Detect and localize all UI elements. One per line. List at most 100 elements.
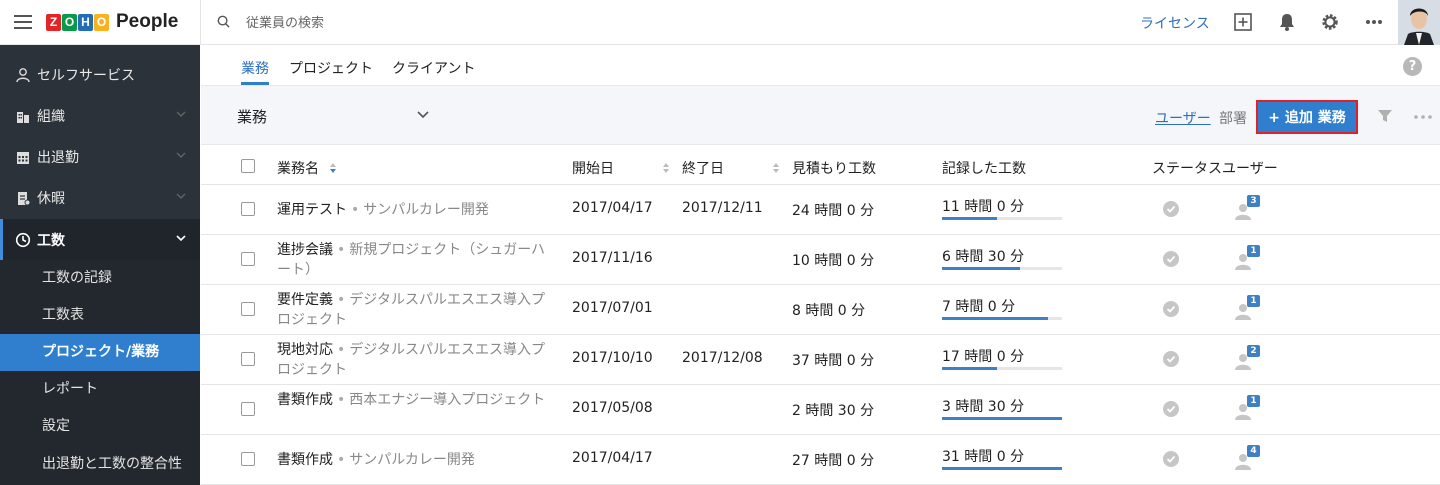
row-checkbox[interactable]: [241, 452, 255, 466]
calendar-icon: [15, 149, 31, 165]
progress-fill: [942, 367, 998, 370]
start-date: 2017/05/08: [572, 400, 653, 416]
clock-icon: [15, 232, 31, 248]
job-name-cell[interactable]: 運用テスト • サンパルカレー開発: [277, 200, 557, 220]
table-row[interactable]: 運用テスト • サンパルカレー開発 2017/04/17 2017/12/11 24…: [201, 185, 1440, 235]
add-square-icon[interactable]: [1233, 12, 1253, 32]
logged-hours: 3 時間 30 分: [942, 399, 1025, 415]
logged-hours: 31 時間 0 分: [942, 449, 1025, 465]
logged-hours-progress-bar: [942, 267, 1062, 270]
sidebar-subitem-timesheets[interactable]: 工数表: [0, 297, 200, 334]
divider: [200, 0, 201, 45]
chevron-down-icon[interactable]: [417, 110, 429, 120]
job-name-cell[interactable]: 書類作成 • サンパルカレー開発: [277, 450, 557, 470]
row-checkbox[interactable]: [241, 302, 255, 316]
user-count-badge: 1: [1247, 245, 1260, 257]
status-check-icon[interactable]: [1163, 251, 1179, 267]
job-name[interactable]: 要件定義: [277, 292, 333, 308]
column-header-start-date[interactable]: 開始日: [572, 158, 614, 178]
license-link[interactable]: ライセンス: [1140, 13, 1210, 33]
separator-dot: •: [351, 202, 360, 218]
user-count-badge: 3: [1247, 195, 1260, 207]
row-checkbox[interactable]: [241, 252, 255, 266]
sidebar-item-attendance[interactable]: 出退勤: [0, 136, 200, 177]
table-row[interactable]: 現地対応 • デジタルスパルエスエス導入プロジェクト 2017/10/10 2017…: [201, 335, 1440, 385]
separator-dot: •: [337, 392, 346, 408]
end-date: 2017/12/11: [682, 200, 763, 216]
more-icon[interactable]: [1413, 114, 1433, 120]
status-check-icon[interactable]: [1163, 451, 1179, 467]
sort-icon[interactable]: [329, 162, 337, 174]
user-count-badge: 2: [1247, 345, 1260, 357]
tab-jobs[interactable]: 業務: [241, 58, 269, 78]
add-job-button[interactable]: + 追加 業務: [1256, 100, 1358, 134]
estimated-hours: 24 時間 0 分: [792, 203, 875, 219]
sidebar-subitem-reports[interactable]: レポート: [0, 371, 200, 408]
progress-fill: [942, 467, 1062, 470]
column-header-job-name[interactable]: 業務名: [277, 158, 319, 178]
view-selector[interactable]: 業務: [237, 106, 267, 127]
table-row[interactable]: 要件定義 • デジタルスパルエスエス導入プロジェクト 2017/07/01 8 時間…: [201, 285, 1440, 335]
employee-search-input[interactable]: [246, 13, 546, 33]
user-count-badge: 1: [1247, 395, 1260, 407]
job-name[interactable]: 書類作成: [277, 452, 333, 468]
sort-icon[interactable]: [772, 162, 780, 174]
sidebar-subitem-log-time[interactable]: 工数の記録: [0, 260, 200, 297]
sidebar: セルフサービス 組織 出退勤 休暇 工数 工数の記録 工数表 プロジェクト/業務…: [0, 45, 200, 485]
job-name[interactable]: 書類作成: [277, 392, 333, 408]
table-row[interactable]: 書類作成 • 西本エナジー導入プロジェクト 2017/05/08 2 時間 30 分…: [201, 385, 1440, 435]
more-icon[interactable]: [1364, 12, 1384, 32]
filter-icon[interactable]: [1377, 108, 1393, 124]
tab-bar: 業務 プロジェクト クライアント ?: [201, 45, 1440, 85]
logged-hours: 6 時間 30 分: [942, 249, 1025, 265]
sort-icon[interactable]: [662, 162, 670, 174]
status-check-icon[interactable]: [1163, 401, 1179, 417]
job-name-cell[interactable]: 要件定義 • デジタルスパルエスエス導入プロジェクト: [277, 290, 557, 330]
bell-icon[interactable]: [1277, 12, 1297, 32]
table-row[interactable]: 書類作成 • サンパルカレー開発 2017/04/17 27 時間 0 分 31 時…: [201, 435, 1440, 485]
table-row[interactable]: 進捗会議 • 新規プロジェクト（シュガーハート） 2017/11/16 10 時間 …: [201, 235, 1440, 285]
job-name-cell[interactable]: 現地対応 • デジタルスパルエスエス導入プロジェクト: [277, 340, 557, 380]
select-all-checkbox[interactable]: [241, 159, 255, 173]
sidebar-subitem-projects-jobs[interactable]: プロジェクト/業務: [0, 334, 200, 371]
gear-icon[interactable]: [1320, 12, 1340, 32]
job-name[interactable]: 運用テスト: [277, 202, 347, 218]
column-header-status: ステータス: [1152, 161, 1222, 177]
status-check-icon[interactable]: [1163, 351, 1179, 367]
estimated-hours: 37 時間 0 分: [792, 353, 875, 369]
help-icon[interactable]: ?: [1403, 57, 1422, 76]
avatar[interactable]: [1398, 0, 1440, 45]
logo-letter: H: [78, 13, 93, 31]
zoho-people-logo[interactable]: Z O H O People: [46, 11, 178, 33]
row-checkbox[interactable]: [241, 202, 255, 216]
progress-fill: [942, 317, 1048, 320]
sidebar-item-organization[interactable]: 組織: [0, 95, 200, 136]
sidebar-item-timesheet[interactable]: 工数: [0, 219, 200, 260]
department-filter-link[interactable]: 部署: [1219, 108, 1247, 128]
sidebar-subitem-reconciliation[interactable]: 出退勤と工数の整合性: [0, 445, 200, 485]
job-name[interactable]: 現地対応: [277, 342, 333, 358]
job-name-cell[interactable]: 書類作成 • 西本エナジー導入プロジェクト: [277, 390, 557, 410]
tab-projects[interactable]: プロジェクト: [289, 58, 373, 78]
status-check-icon[interactable]: [1163, 301, 1179, 317]
status-check-icon[interactable]: [1163, 201, 1179, 217]
row-checkbox[interactable]: [241, 402, 255, 416]
chevron-up-icon: [176, 235, 186, 242]
jobs-table: 業務名 開始日 終了日 見積もり工数 記録した工数 ステータス ユーザー 運用テ…: [201, 145, 1440, 485]
row-checkbox[interactable]: [241, 352, 255, 366]
chevron-down-icon: [176, 152, 186, 158]
column-header-end-date[interactable]: 終了日: [682, 158, 724, 178]
hamburger-menu-icon[interactable]: [14, 15, 32, 29]
tab-clients[interactable]: クライアント: [392, 58, 475, 78]
job-name[interactable]: 進捗会議: [277, 242, 333, 258]
sidebar-item-self-service[interactable]: セルフサービス: [0, 54, 200, 95]
users-filter-link[interactable]: ユーザー: [1155, 108, 1211, 128]
logged-hours-progress-bar: [942, 417, 1062, 420]
sidebar-item-leave[interactable]: 休暇: [0, 177, 200, 218]
start-date: 2017/07/01: [572, 300, 653, 316]
job-name-cell[interactable]: 進捗会議 • 新規プロジェクト（シュガーハート）: [277, 240, 557, 280]
sidebar-item-label: 休暇: [37, 190, 65, 207]
sidebar-item-label: 出退勤: [37, 149, 79, 166]
leave-icon: [15, 190, 31, 206]
sidebar-subitem-settings[interactable]: 設定: [0, 408, 200, 445]
